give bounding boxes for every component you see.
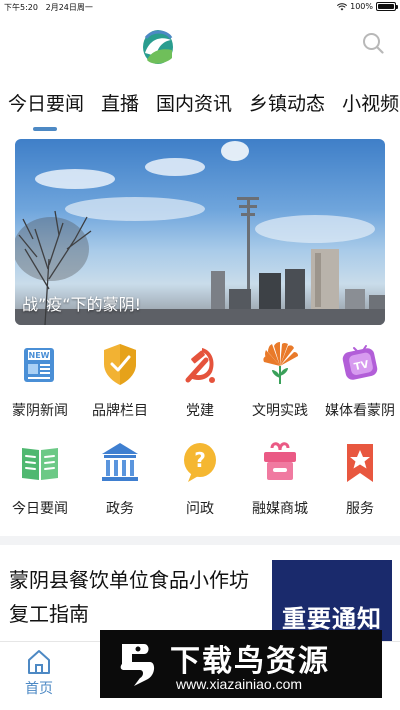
watermark-url: www.xiazainiao.com <box>176 676 303 692</box>
section-divider <box>0 536 400 545</box>
status-indicators: 100% <box>337 2 398 11</box>
news-thumbnail-text: 重要通知 <box>282 605 382 633</box>
grid-item-government-affairs[interactable]: 政务 <box>80 438 160 518</box>
grid-label: 蒙阴新闻 <box>12 403 68 419</box>
grid-item-media-view[interactable]: TV 媒体看蒙阴 <box>320 340 400 420</box>
shield-check-icon <box>104 344 136 385</box>
status-date: 2月24日周一 <box>45 3 93 12</box>
status-bar: 下午5:20 2月24日周一 100% <box>0 0 400 16</box>
search-icon[interactable] <box>362 32 384 54</box>
star-bookmark-icon <box>347 444 373 482</box>
grid-item-menying-news[interactable]: NEW 蒙阴新闻 <box>0 340 80 420</box>
active-tab-indicator <box>33 127 57 131</box>
watermark-title: 下载鸟资源 <box>170 644 330 679</box>
grid-item-today-news[interactable]: 今日要闻 <box>0 438 80 518</box>
news-list-item[interactable]: 蒙阴县餐饮单位食品小作坊复工指南 重要通知 <box>0 545 400 642</box>
news-title: 蒙阴县餐饮单位食品小作坊复工指南 <box>9 568 249 626</box>
wifi-icon <box>337 2 348 10</box>
gift-shop-icon <box>264 442 296 480</box>
grid-label: 政务 <box>106 501 134 517</box>
watermark-banner: 下载鸟资源 www.xiazainiao.com <box>100 630 382 698</box>
government-building-icon <box>102 443 138 481</box>
status-time: 下午5:20 <box>4 3 38 12</box>
tab-live[interactable]: 直播 <box>101 86 139 126</box>
status-time-date: 下午5:20 2月24日周一 <box>4 2 93 13</box>
svg-text:NEW: NEW <box>29 351 50 360</box>
tab-today-news[interactable]: 今日要闻 <box>8 86 84 126</box>
fan-flower-icon <box>263 342 298 384</box>
party-emblem-icon <box>185 348 215 383</box>
grid-label: 今日要闻 <box>12 501 68 517</box>
question-bubble-icon: ? <box>184 443 216 482</box>
bird-logo-icon <box>120 644 155 686</box>
grid-item-services[interactable]: 服务 <box>320 438 400 518</box>
grid-label: 融媒商城 <box>252 501 308 517</box>
home-icon <box>28 650 50 674</box>
battery-fill <box>378 4 394 9</box>
open-book-icon <box>22 448 58 480</box>
feature-grid: NEW 蒙阴新闻 品牌栏目 党建 文明实践 TV 媒体看蒙阴 今日要闻 政务 ?… <box>0 340 400 518</box>
nav-home-label: 首页 <box>25 681 53 697</box>
grid-item-party-building[interactable]: 党建 <box>160 340 240 420</box>
grid-label: 文明实践 <box>252 403 308 419</box>
category-tabs: 今日要闻 直播 国内资讯 乡镇动态 小视频 | <box>0 86 400 132</box>
grid-item-media-mall[interactable]: 融媒商城 <box>240 438 320 518</box>
tab-domestic-news[interactable]: 国内资讯 <box>156 86 232 126</box>
tab-short-video[interactable]: 小视频 <box>342 86 399 126</box>
grid-label: 服务 <box>346 501 374 517</box>
grid-label: 品牌栏目 <box>92 403 148 419</box>
grid-item-brand-column[interactable]: 品牌栏目 <box>80 340 160 420</box>
tv-icon: TV <box>342 345 378 380</box>
nav-home-button[interactable]: 首页 <box>14 648 64 704</box>
grid-label: 党建 <box>186 403 214 419</box>
battery-percent: 100% <box>350 2 373 11</box>
grid-label: 媒体看蒙阴 <box>325 403 395 419</box>
app-header <box>0 16 400 78</box>
svg-text:?: ? <box>194 448 206 472</box>
grid-item-civilization-practice[interactable]: 文明实践 <box>240 340 320 420</box>
app-logo <box>143 30 173 64</box>
battery-icon <box>376 2 398 11</box>
banner-caption: 战”疫“下的蒙阴! <box>22 295 141 314</box>
grid-item-inquiry[interactable]: ? 问政 <box>160 438 240 518</box>
grid-label: 问政 <box>186 501 214 517</box>
banner-carousel[interactable]: 战”疫“下的蒙阴! <box>15 139 385 325</box>
tab-township-news[interactable]: 乡镇动态 <box>249 86 325 126</box>
newspaper-icon: NEW <box>24 348 54 382</box>
